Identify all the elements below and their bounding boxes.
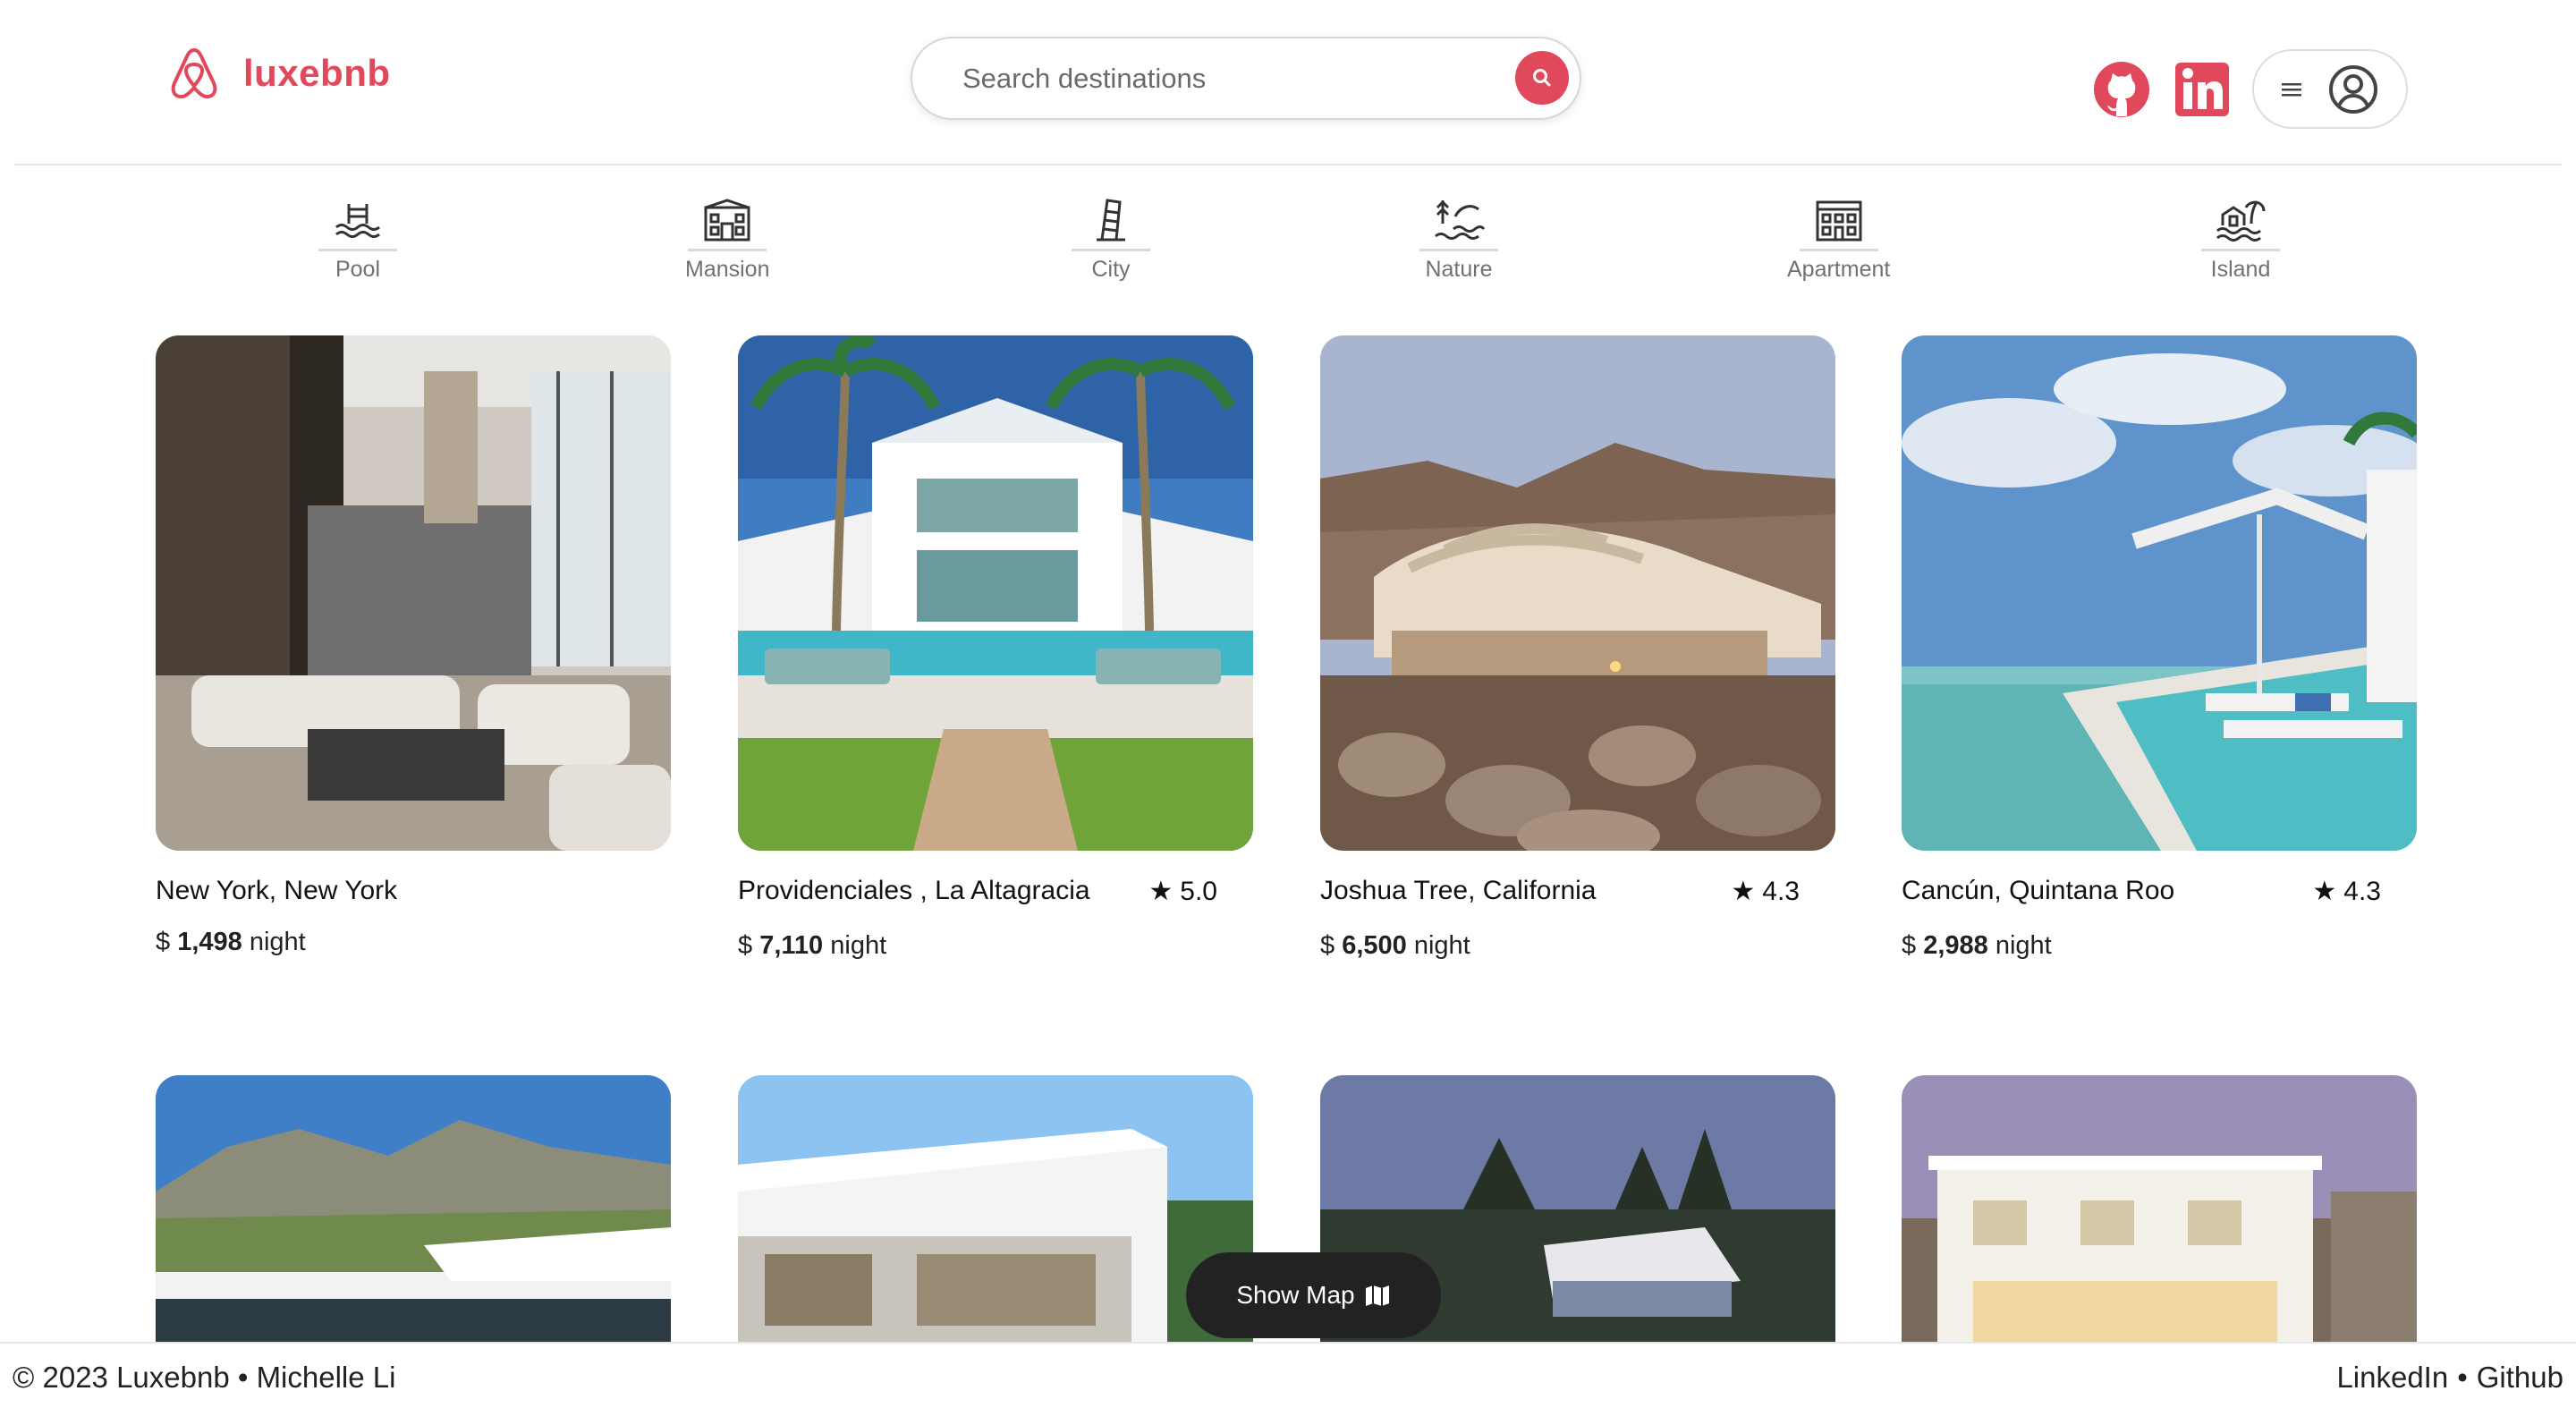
listing-card[interactable]	[738, 1075, 1253, 1344]
user-circle-icon	[2329, 64, 2377, 114]
category-apartment[interactable]: Apartment	[1787, 197, 1890, 283]
listing-card[interactable]	[1902, 1075, 2417, 1344]
category-underline	[1799, 249, 1878, 251]
category-island[interactable]: Island	[2201, 197, 2280, 283]
nature-icon	[1435, 199, 1486, 240]
header: luxebnb	[0, 0, 2576, 165]
listing-photo-image	[1320, 335, 1835, 851]
category-underline	[1072, 249, 1150, 251]
footer-copyright: © 2023 Luxebnb • Michelle Li	[13, 1361, 396, 1394]
listing-title: Joshua Tree, California	[1320, 876, 1597, 905]
brand-name: luxebnb	[243, 52, 391, 94]
listing-rating: ★ 4.3	[1731, 876, 1800, 907]
listing-card[interactable]: Cancún, Quintana Roo ★ 4.3 $ 2,988 night	[1902, 335, 2417, 960]
listing-price: $ 2,988 night	[1902, 931, 2052, 960]
listing-photo[interactable]	[156, 335, 671, 851]
star-icon: ★	[1731, 877, 1756, 906]
map-icon	[1365, 1285, 1389, 1306]
category-label: Apartment	[1787, 257, 1891, 282]
footer-github-link[interactable]: Github	[2477, 1361, 2563, 1395]
listing-rating: ★ 4.3	[2312, 876, 2381, 907]
search-icon	[1533, 69, 1551, 87]
listing-photo-image	[156, 1075, 671, 1344]
listing-photo[interactable]	[156, 1075, 671, 1344]
listing-card[interactable]: Joshua Tree, California ★ 4.3 $ 6,500 nig…	[1320, 335, 1835, 960]
category-underline	[1419, 249, 1498, 251]
listing-photo[interactable]	[1902, 335, 2417, 851]
listing-card[interactable]: New York, New York $ 1,498 night	[156, 335, 671, 956]
category-pool[interactable]: Pool	[318, 197, 397, 283]
category-underline	[2201, 249, 2280, 251]
category-underline	[318, 249, 397, 251]
show-map-button[interactable]: Show Map	[1186, 1252, 1441, 1338]
category-city[interactable]: City	[1072, 197, 1150, 283]
category-label: Mansion	[685, 257, 770, 282]
listing-photo-image	[738, 1075, 1253, 1344]
island-icon	[2216, 200, 2266, 242]
apartment-icon	[1816, 200, 1862, 242]
city-icon	[1097, 199, 1125, 242]
category-underline	[688, 249, 767, 251]
listing-price: $ 1,498 night	[156, 928, 306, 956]
listing-price: $ 6,500 night	[1320, 931, 1470, 960]
mansion-icon	[704, 199, 750, 242]
search-bar[interactable]	[911, 37, 1581, 120]
linkedin-link[interactable]	[2174, 61, 2231, 118]
listing-rating: ★ 5.0	[1148, 876, 1217, 907]
listing-card[interactable]: Providenciales , La Altagracia ★ 5.0 $ 7,…	[738, 335, 1253, 960]
search-button[interactable]	[1515, 51, 1569, 105]
user-menu-button[interactable]	[2252, 49, 2408, 129]
footer-links: LinkedIn • Github	[2336, 1361, 2563, 1395]
star-icon: ★	[1148, 877, 1174, 906]
linkedin-icon	[2175, 63, 2229, 116]
header-divider	[14, 164, 2562, 165]
listing-price: $ 7,110 night	[738, 931, 887, 960]
category-label: City	[1091, 257, 1131, 282]
brand-logo[interactable]: luxebnb	[165, 45, 391, 102]
listing-photo[interactable]	[1320, 335, 1835, 851]
airbnb-logo-icon	[171, 48, 217, 99]
star-icon: ★	[2312, 877, 2337, 906]
listing-photo[interactable]	[1902, 1075, 2417, 1344]
listing-title: Providenciales , La Altagracia	[738, 876, 1090, 905]
search-input[interactable]	[962, 62, 1463, 95]
listing-title: New York, New York	[156, 876, 398, 905]
listing-photo[interactable]	[738, 335, 1253, 851]
footer: © 2023 Luxebnb • Michelle Li LinkedIn • …	[0, 1342, 2576, 1408]
listing-photo-image	[1902, 335, 2417, 851]
category-label: Nature	[1425, 257, 1493, 282]
category-label: Island	[2210, 257, 2271, 282]
listing-photo[interactable]	[738, 1075, 1253, 1344]
hamburger-icon	[2282, 82, 2301, 96]
listing-card[interactable]	[156, 1075, 671, 1344]
listing-photo-image	[156, 335, 671, 851]
listing-photo-image	[738, 335, 1253, 851]
listing-photo-image	[1902, 1075, 2417, 1344]
category-mansion[interactable]: Mansion	[685, 197, 770, 283]
category-label: Pool	[335, 257, 381, 282]
footer-linkedin-link[interactable]: LinkedIn	[2336, 1361, 2448, 1395]
listing-title: Cancún, Quintana Roo	[1902, 876, 2175, 905]
footer-separator: •	[2457, 1361, 2468, 1394]
github-icon	[2094, 62, 2149, 117]
pool-icon	[335, 204, 380, 238]
show-map-label: Show Map	[1236, 1281, 1355, 1309]
category-nature[interactable]: Nature	[1419, 197, 1498, 283]
github-link[interactable]	[2093, 61, 2150, 118]
